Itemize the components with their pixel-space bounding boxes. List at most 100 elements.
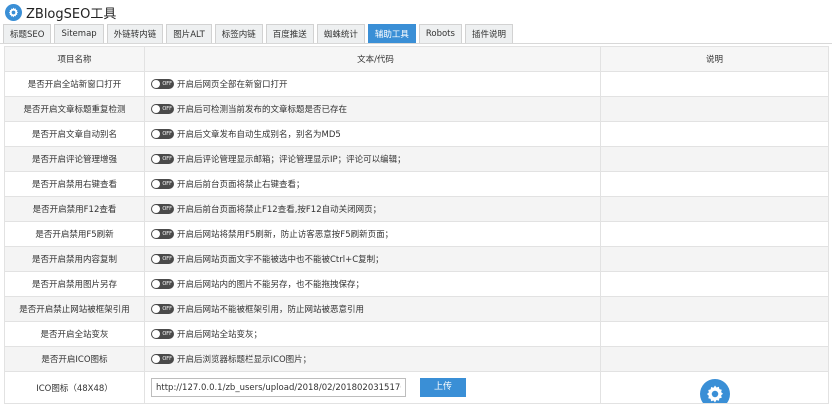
toggle-label: OFF (162, 131, 172, 137)
ico-row: ICO图标（48X48） 上传 (4, 371, 829, 404)
toggle-knob (152, 355, 160, 363)
toggle-label: OFF (162, 81, 172, 87)
off-toggle[interactable]: OFF (151, 354, 174, 364)
table-row: 是否开启禁用右键查看 OFF 开启后前台页面将禁止右键查看； (4, 171, 829, 197)
setting-value: OFF 开启后网站页面文字不能被选中也不能被Ctrl+C复制； (144, 246, 601, 272)
off-toggle[interactable]: OFF (151, 204, 174, 214)
toggle-knob (152, 255, 160, 263)
tab-6[interactable]: 蜘蛛统计 (316, 24, 365, 43)
setting-text: 开启后可检测当前发布的文章标题是否已存在 (177, 105, 348, 115)
table-row: 是否开启禁止网站被框架引用 OFF 开启后网站不能被框架引用，防止网站被恶意引用 (4, 296, 829, 322)
setting-desc (600, 221, 829, 247)
setting-value: OFF 开启后评论管理显示邮箱；评论管理显示IP；评论可以编辑； (144, 146, 601, 172)
off-toggle[interactable]: OFF (151, 79, 174, 89)
table-row: 是否开启禁用F12查看 OFF 开启后前台页面将禁止F12查看,按F12自动关闭网页… (4, 196, 829, 222)
setting-value: OFF 开启后网站内的图片不能另存，也不能拖拽保存； (144, 271, 601, 297)
setting-desc (600, 196, 829, 222)
table-row: 是否开启禁用图片另存 OFF 开启后网站内的图片不能另存，也不能拖拽保存； (4, 271, 829, 297)
toggle-knob (152, 280, 160, 288)
table-row: 是否开启文章标题重复检测 OFF 开启后可检测当前发布的文章标题是否已存在 (4, 96, 829, 122)
setting-name: 是否开启文章标题重复检测 (4, 96, 145, 122)
toggle-knob (152, 230, 160, 238)
toggle-label: OFF (162, 231, 172, 237)
gear-icon (5, 3, 22, 21)
setting-text: 开启后网站将禁用F5刷新，防止访客恶意按F5刷新页面； (177, 230, 394, 240)
table-row: 是否开启禁用内容复制 OFF 开启后网站页面文字不能被选中也不能被Ctrl+C复制； (4, 246, 829, 272)
tab-5[interactable]: 百度推送 (265, 24, 314, 43)
off-toggle[interactable]: OFF (151, 179, 174, 189)
settings-table: 项目名称 文本/代码 说明 是否开启全站新窗口打开 OFF 开启后网页全部在新窗口打… (4, 46, 829, 404)
toggle-knob (152, 80, 160, 88)
toggle-knob (152, 330, 160, 338)
setting-value: OFF 开启后网站全站变灰； (144, 321, 601, 347)
setting-text: 开启后网页全部在新窗口打开 (177, 80, 288, 90)
tab-4[interactable]: 标签内链 (214, 24, 263, 43)
off-toggle[interactable]: OFF (151, 329, 174, 339)
off-toggle[interactable]: OFF (151, 104, 174, 114)
tab-8[interactable]: Robots (418, 24, 462, 43)
tab-0[interactable]: 标题SEO (3, 24, 52, 43)
tab-bar: 标题SEO Sitemap 外链转内链 图片ALT 标签内链 百度推送 蜘蛛统计 辅助工具 Ro… (0, 24, 832, 44)
tab-9[interactable]: 插件说明 (464, 24, 513, 43)
setting-text: 开启后浏览器标题栏显示ICO图片； (177, 355, 312, 365)
setting-value: OFF 开启后网站不能被框架引用，防止网站被恶意引用 (144, 296, 601, 322)
setting-name: 是否开启文章自动别名 (4, 121, 145, 147)
setting-value: OFF 开启后可检测当前发布的文章标题是否已存在 (144, 96, 601, 122)
setting-text: 开启后网站页面文字不能被选中也不能被Ctrl+C复制； (177, 255, 384, 265)
setting-desc (600, 271, 829, 297)
setting-text: 开启后文章发布自动生成别名，别名为MD5 (177, 130, 341, 140)
off-toggle[interactable]: OFF (151, 129, 174, 139)
off-toggle[interactable]: OFF (151, 279, 174, 289)
setting-value: OFF 开启后文章发布自动生成别名，别名为MD5 (144, 121, 601, 147)
toggle-label: OFF (162, 206, 172, 212)
setting-value: OFF 开启后浏览器标题栏显示ICO图片； (144, 346, 601, 372)
setting-value: OFF 开启后前台页面将禁止F12查看,按F12自动关闭网页； (144, 196, 601, 222)
setting-desc (600, 171, 829, 197)
off-toggle[interactable]: OFF (151, 154, 174, 164)
setting-name: 是否开启禁用图片另存 (4, 271, 145, 297)
table-row: 是否开启禁用F5刷新 OFF 开启后网站将禁用F5刷新，防止访客恶意按F5刷新页面； (4, 221, 829, 247)
toggle-knob (152, 155, 160, 163)
toggle-knob (152, 130, 160, 138)
off-toggle[interactable]: OFF (151, 304, 174, 314)
setting-text: 开启后前台页面将禁止F12查看,按F12自动关闭网页； (177, 205, 382, 215)
setting-desc (600, 321, 829, 347)
off-toggle[interactable]: OFF (151, 229, 174, 239)
setting-desc (600, 121, 829, 147)
setting-desc (600, 346, 829, 372)
setting-name: 是否开启禁用内容复制 (4, 246, 145, 272)
setting-desc (600, 146, 829, 172)
upload-button[interactable]: 上传 (420, 378, 466, 397)
setting-name: 是否开启禁用F12查看 (4, 196, 145, 222)
setting-text: 开启后网站内的图片不能另存，也不能拖拽保存； (177, 280, 365, 290)
toggle-label: OFF (162, 106, 172, 112)
toggle-label: OFF (162, 306, 172, 312)
tab-1[interactable]: Sitemap (54, 24, 104, 43)
ico-value: 上传 (144, 371, 601, 404)
setting-name: 是否开启全站新窗口打开 (4, 71, 145, 97)
table-row: 是否开启全站变灰 OFF 开启后网站全站变灰； (4, 321, 829, 347)
table-header-row: 项目名称 文本/代码 说明 (4, 46, 829, 72)
setting-desc (600, 246, 829, 272)
toggle-label: OFF (162, 156, 172, 162)
tab-3[interactable]: 图片ALT (166, 24, 212, 43)
table-row: 是否开启全站新窗口打开 OFF 开启后网页全部在新窗口打开 (4, 71, 829, 97)
table-row: 是否开启ICO图标 OFF 开启后浏览器标题栏显示ICO图片； (4, 346, 829, 372)
toggle-knob (152, 180, 160, 188)
ico-url-input[interactable] (151, 378, 406, 397)
setting-text: 开启后网站不能被框架引用，防止网站被恶意引用 (177, 305, 365, 315)
toggle-label: OFF (162, 256, 172, 262)
setting-value: OFF 开启后网站将禁用F5刷新，防止访客恶意按F5刷新页面； (144, 221, 601, 247)
header-name: 项目名称 (4, 46, 145, 72)
tab-2[interactable]: 外链转内链 (106, 24, 164, 43)
setting-text: 开启后评论管理显示邮箱；评论管理显示IP；评论可以编辑； (177, 155, 406, 165)
toggle-knob (152, 205, 160, 213)
toggle-knob (152, 105, 160, 113)
app-title: ZBlogSEO工具 (26, 6, 117, 22)
header-value: 文本/代码 (144, 46, 601, 72)
tab-7[interactable]: 辅助工具 (367, 24, 416, 43)
off-toggle[interactable]: OFF (151, 254, 174, 264)
setting-desc (600, 296, 829, 322)
setting-value: OFF 开启后网页全部在新窗口打开 (144, 71, 601, 97)
setting-desc (600, 96, 829, 122)
